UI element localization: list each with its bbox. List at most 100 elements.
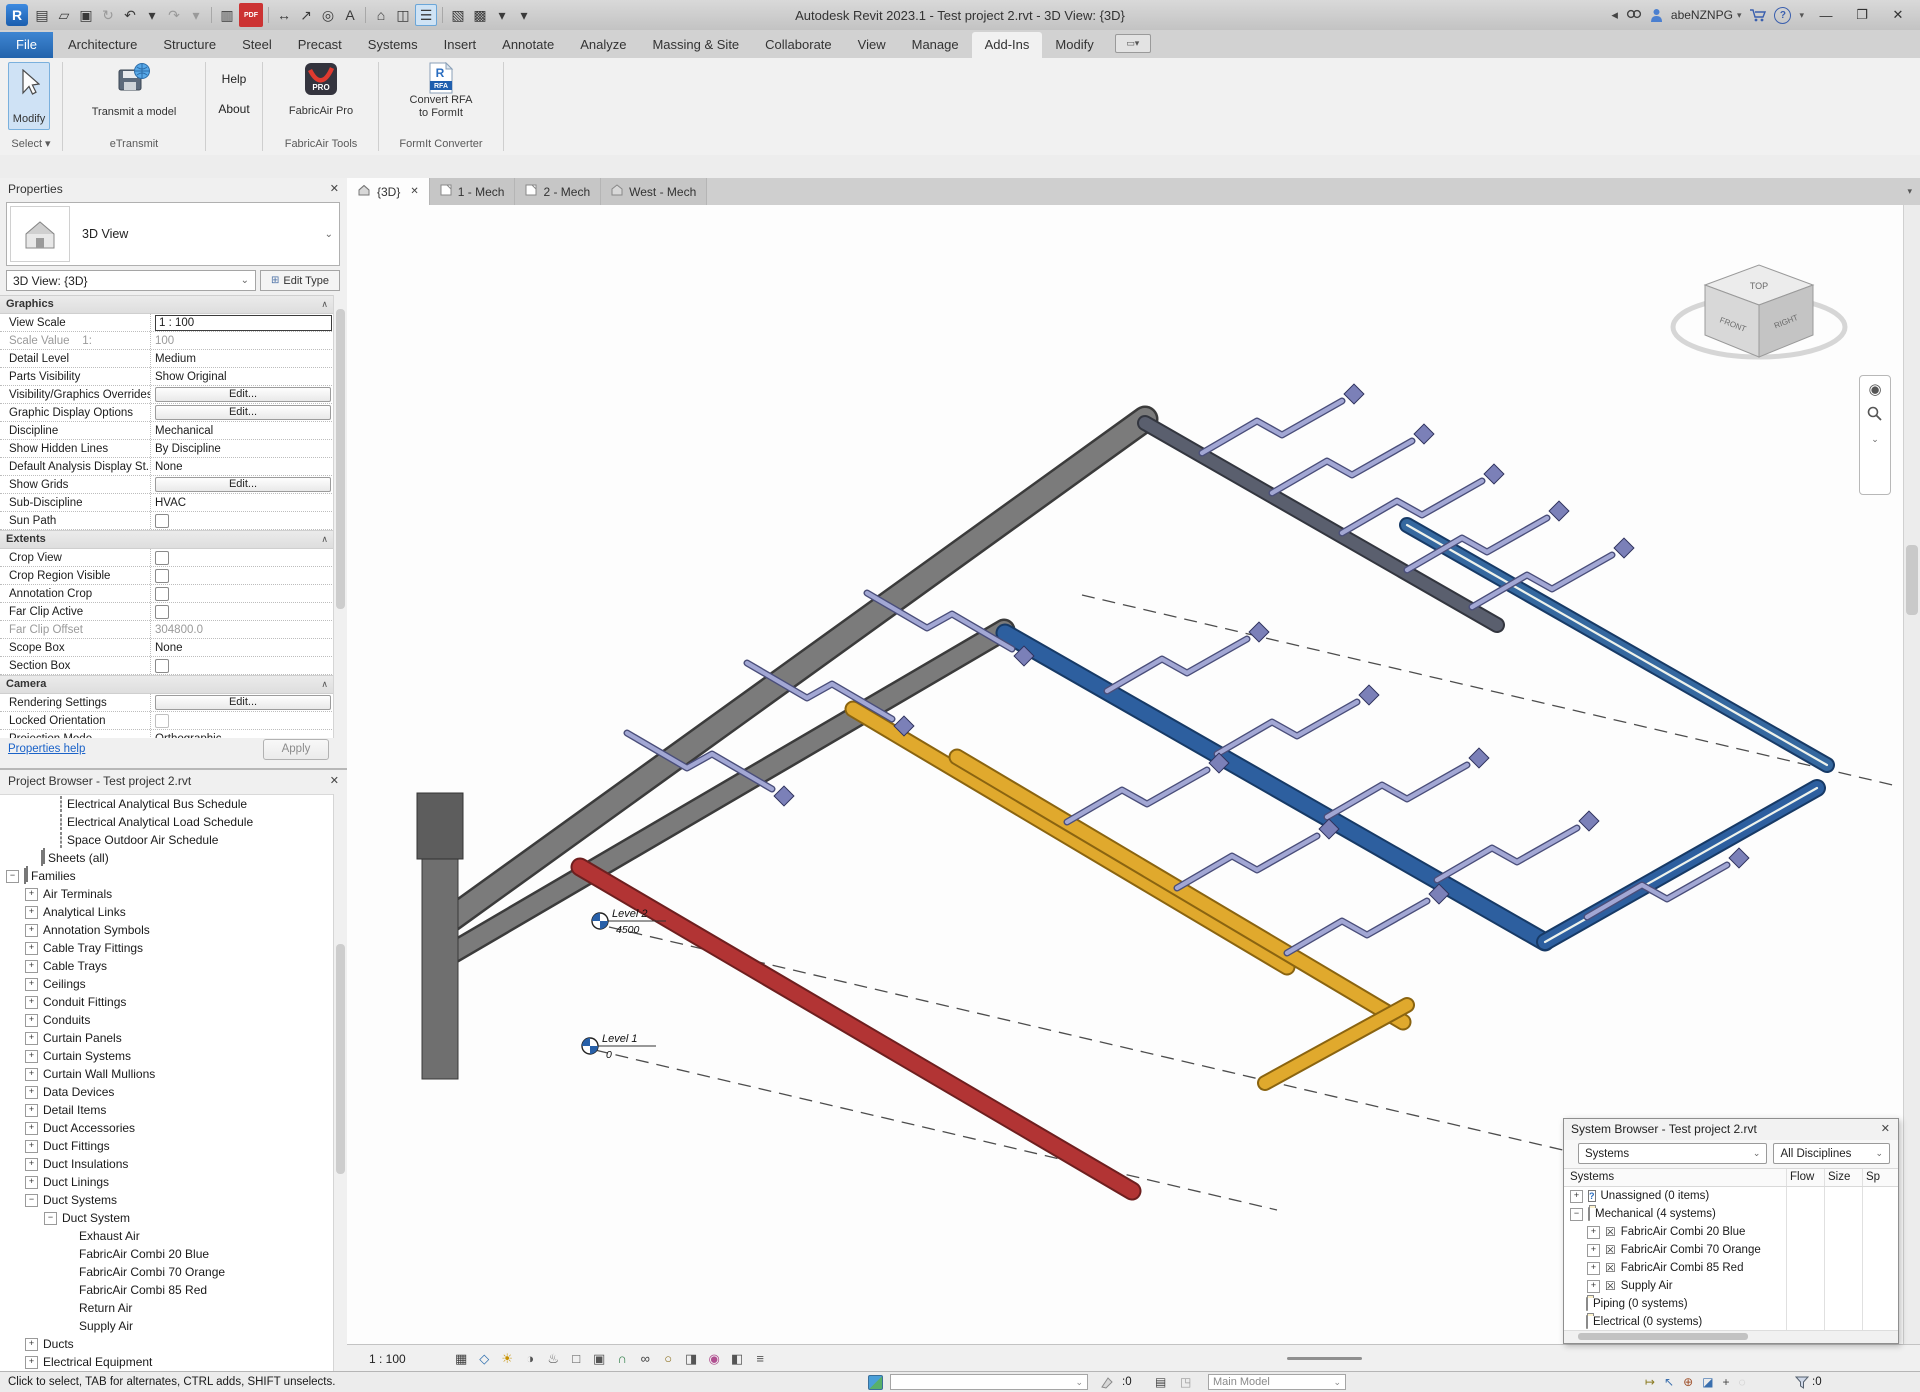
switch-windows-icon[interactable]: ▩	[470, 5, 490, 25]
lock-3d-view-icon[interactable]: ∩	[613, 1349, 632, 1368]
select-pinned-icon[interactable]: ⊕	[1683, 1375, 1693, 1389]
tab-steel[interactable]: Steel	[229, 32, 285, 58]
aligned-dimension-icon[interactable]: ↗	[296, 5, 316, 25]
tree-item-duct-system[interactable]: −Duct System	[0, 1209, 334, 1227]
level-label[interactable]: Level 2	[612, 908, 647, 920]
tree-item-space-outdoor-air-schedule[interactable]: Space Outdoor Air Schedule	[0, 831, 334, 849]
expand-icon[interactable]: +	[1587, 1244, 1600, 1257]
active-workset-selector[interactable]: ⌄	[890, 1374, 1088, 1390]
detail-level-icon[interactable]: ▦	[452, 1349, 471, 1368]
view-scale-control[interactable]: 1 : 100	[363, 1350, 412, 1368]
type-selector[interactable]: 3D View ⌄	[6, 202, 340, 266]
close-button[interactable]: ✕	[1884, 7, 1912, 23]
system-row-piping-0-systems[interactable]: Piping (0 systems)	[1564, 1295, 1898, 1313]
air-diffuser[interactable]	[1614, 538, 1634, 558]
tree-item-fabricair-combi-20-blue[interactable]: FabricAir Combi 20 Blue	[0, 1245, 334, 1263]
customize-qat-icon[interactable]: ▾	[514, 5, 534, 25]
revit-logo-icon[interactable]: R	[6, 4, 28, 26]
branch-duct[interactable]	[1437, 828, 1577, 880]
tab-annotate[interactable]: Annotate	[489, 32, 567, 58]
expand-icon[interactable]: +	[25, 1068, 38, 1081]
project-browser-close-icon[interactable]: ✕	[330, 770, 339, 792]
properties-close-icon[interactable]: ✕	[330, 178, 339, 200]
fabric-duct[interactable]	[1005, 633, 1545, 942]
collapse-arrow-icon[interactable]: ◂	[1611, 7, 1618, 23]
system-row-unassigned-0-items[interactable]: +?Unassigned (0 items)	[1564, 1187, 1898, 1205]
thin-lines-icon[interactable]: ☰	[415, 4, 437, 26]
branch-duct[interactable]	[1272, 441, 1412, 493]
expand-icon[interactable]: +	[25, 978, 38, 991]
expand-icon[interactable]: +	[25, 1032, 38, 1045]
air-diffuser[interactable]	[1469, 748, 1489, 768]
tab-add-ins[interactable]: Add-Ins	[972, 32, 1043, 58]
properties-toggle-icon[interactable]: ▤	[32, 5, 52, 25]
view-tab-1-mech[interactable]: 1 - Mech	[430, 178, 516, 205]
rendering-dialog-icon[interactable]: ♨	[544, 1349, 563, 1368]
collapse-icon[interactable]: −	[25, 1194, 38, 1207]
properties-scrollbar[interactable]	[333, 295, 347, 738]
background-processes-icon[interactable]: ◌	[1739, 1375, 1746, 1389]
design-options-icon[interactable]: ◳	[1180, 1372, 1191, 1392]
tree-item-electrical-equipment[interactable]: +Electrical Equipment	[0, 1353, 334, 1371]
checkbox[interactable]	[155, 551, 169, 565]
collapse-icon[interactable]: −	[44, 1212, 57, 1225]
expand-icon[interactable]: +	[25, 1356, 38, 1369]
steering-wheel-icon[interactable]: ◉	[1868, 380, 1881, 398]
system-row-fabricair-combi-85-red[interactable]: +☒FabricAir Combi 85 Red	[1564, 1259, 1898, 1277]
expand-icon[interactable]: +	[25, 1140, 38, 1153]
properties-help-link[interactable]: Properties help	[8, 743, 85, 755]
default-3d-view-icon[interactable]: ⌂	[371, 5, 391, 25]
system-row-mechanical-4-systems[interactable]: −Mechanical (4 systems)	[1564, 1205, 1898, 1223]
expand-icon[interactable]: +	[25, 1086, 38, 1099]
expand-icon[interactable]: +	[1587, 1226, 1600, 1239]
expand-icon[interactable]: +	[25, 996, 38, 1009]
design-option-selector[interactable]: Main Model⌄	[1208, 1374, 1346, 1390]
fabric-duct[interactable]	[1265, 1005, 1407, 1083]
worksharing-display-icon[interactable]: ▤	[1155, 1372, 1166, 1392]
system-row-electrical-0-systems[interactable]: Electrical (0 systems)	[1564, 1313, 1898, 1331]
tab-modify[interactable]: Modify	[1042, 32, 1106, 58]
undo-icon[interactable]: ↶	[120, 5, 140, 25]
expand-icon[interactable]: +	[1587, 1280, 1600, 1293]
air-diffuser[interactable]	[1249, 622, 1269, 642]
tree-item-duct-fittings[interactable]: +Duct Fittings	[0, 1137, 334, 1155]
branch-duct[interactable]	[1107, 639, 1247, 691]
level-elevation[interactable]: 0	[606, 1049, 612, 1061]
properties-section-extents[interactable]: Extents∧	[0, 530, 334, 549]
switch-windows-dropdown-icon[interactable]: ▾	[492, 5, 512, 25]
tab-view[interactable]: View	[845, 32, 899, 58]
convert-rfa-button[interactable]: R RFA Convert RFA to FormIt	[382, 62, 500, 120]
checkbox[interactable]	[155, 714, 169, 728]
expand-icon[interactable]: +	[25, 1176, 38, 1189]
tab-architecture[interactable]: Architecture	[55, 32, 150, 58]
system-browser-close-icon[interactable]: ✕	[1881, 1119, 1890, 1140]
type-selector-dropdown-icon[interactable]: ⌄	[325, 229, 333, 240]
tree-item-fabricair-combi-85-red[interactable]: FabricAir Combi 85 Red	[0, 1281, 334, 1299]
signed-in-user[interactable]: abeNZNPG▾	[1671, 8, 1742, 22]
view-tabs-overflow-icon[interactable]: ▾	[1899, 178, 1920, 205]
store-cart-icon[interactable]	[1749, 8, 1766, 22]
close-view-tab-icon[interactable]: ✕	[410, 186, 418, 197]
tab-insert[interactable]: Insert	[431, 32, 490, 58]
view-tab-west-mech[interactable]: West - Mech	[601, 178, 707, 205]
branch-duct[interactable]	[1217, 702, 1357, 754]
branch-duct[interactable]	[1287, 901, 1427, 953]
viewport-vertical-scrollbar[interactable]	[1903, 205, 1920, 1345]
structural-beam[interactable]	[440, 419, 1145, 927]
save-icon[interactable]: ▣	[76, 5, 96, 25]
edit-button[interactable]: Edit...	[155, 387, 331, 402]
tree-item-duct-linings[interactable]: +Duct Linings	[0, 1173, 334, 1191]
reveal-hidden-elements-icon[interactable]: ○	[659, 1349, 678, 1368]
fabric-duct[interactable]	[1145, 423, 1497, 625]
level-elevation[interactable]: 4500	[616, 924, 640, 936]
tag-by-category-icon[interactable]: ◎	[318, 5, 338, 25]
tree-item-exhaust-air[interactable]: Exhaust Air	[0, 1227, 334, 1245]
properties-section-graphics[interactable]: Graphics∧	[0, 295, 334, 314]
editing-requests-icon[interactable]	[1100, 1372, 1116, 1392]
air-diffuser[interactable]	[1579, 811, 1599, 831]
tab-structure[interactable]: Structure	[150, 32, 229, 58]
print-icon[interactable]: ▥	[217, 5, 237, 25]
tree-item-analytical-links[interactable]: +Analytical Links	[0, 903, 334, 921]
air-diffuser[interactable]	[1414, 424, 1434, 444]
view-tab-3d[interactable]: {3D}✕	[347, 178, 430, 205]
